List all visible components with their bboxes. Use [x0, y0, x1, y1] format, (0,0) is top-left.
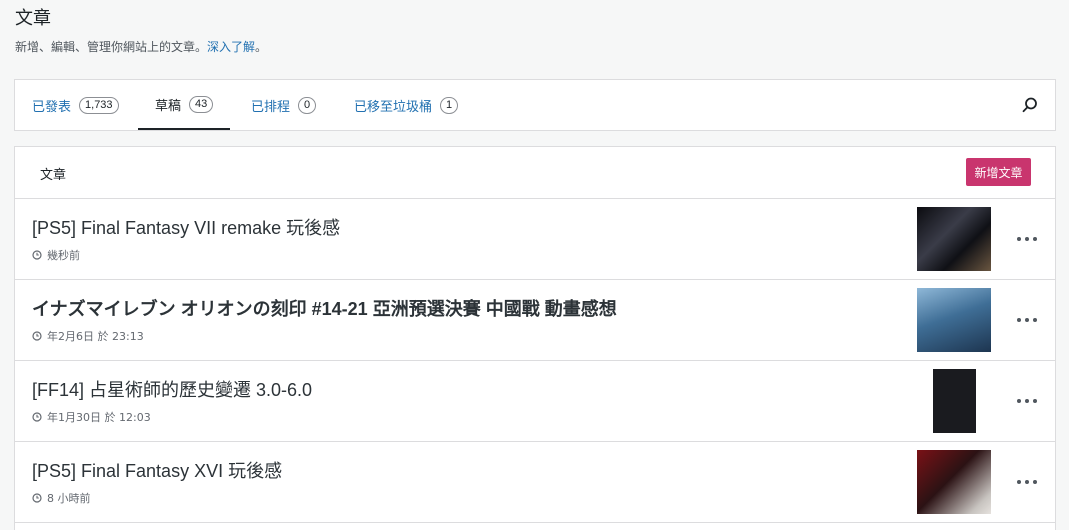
tab-label: 已排程	[251, 99, 291, 115]
tab-published[interactable]: 已發表 1,733	[32, 80, 119, 130]
post-row: [PS5] Final Fantasy XVI 玩後感 8 小時前	[15, 442, 1055, 523]
search-button[interactable]	[1021, 96, 1039, 114]
clock-icon	[32, 412, 42, 422]
page-subtitle: 新增、編輯、管理你網站上的文章。深入了解。	[15, 39, 267, 55]
post-time: 年2月6日 於 23:13	[47, 330, 144, 343]
page-title: 文章	[15, 8, 51, 29]
more-options-icon[interactable]	[1017, 474, 1037, 490]
page: 文章 新增、編輯、管理你網站上的文章。深入了解。 已發表 1,733 草稿 43…	[0, 0, 1069, 530]
tab-count: 1,733	[79, 96, 119, 114]
post-title[interactable]: [PS5] Final Fantasy XVI 玩後感	[32, 460, 282, 482]
search-icon	[1022, 97, 1037, 113]
more-options-icon[interactable]	[1017, 312, 1037, 328]
tab-count: 0	[298, 96, 317, 114]
subtitle-end: 。	[255, 40, 268, 54]
tab-scheduled[interactable]: 已排程 0	[251, 80, 317, 130]
post-title[interactable]: イナズマイレブン オリオンの刻印 #14-21 亞洲預選決賽 中國戰 動畫感想	[32, 298, 617, 320]
post-meta: 年2月6日 於 23:13	[32, 328, 144, 344]
post-title[interactable]: [PS5] Final Fantasy VII remake 玩後感	[32, 217, 340, 239]
status-tabs: 已發表 1,733 草稿 43 已排程 0 已移至垃圾桶 1	[14, 79, 1056, 131]
post-thumbnail[interactable]	[917, 450, 991, 514]
post-row: [PS5] Final Fantasy VII remake 玩後感 幾秒前	[15, 199, 1055, 280]
post-meta: 幾秒前	[32, 247, 80, 263]
tab-label: 已發表	[32, 99, 72, 115]
tab-trash[interactable]: 已移至垃圾桶 1	[354, 80, 459, 130]
more-options-icon[interactable]	[1017, 231, 1037, 247]
post-time: 年1月30日 於 12:03	[47, 411, 151, 424]
post-list: 文章 新增文章 [PS5] Final Fantasy VII remake 玩…	[14, 146, 1056, 530]
post-meta: 年1月30日 於 12:03	[32, 409, 151, 425]
new-post-button[interactable]: 新增文章	[966, 158, 1031, 186]
tab-label: 已移至垃圾桶	[354, 99, 433, 115]
post-thumbnail[interactable]	[917, 207, 991, 271]
post-time: 幾秒前	[47, 249, 80, 262]
post-row: [FF14] 占星術師的歷史變遷 3.0-6.0 年1月30日 於 12:03	[15, 361, 1055, 442]
post-meta: 8 小時前	[32, 490, 91, 506]
clock-icon	[32, 250, 42, 260]
post-list-header: 文章 新增文章	[15, 147, 1055, 199]
tab-label: 草稿	[155, 98, 182, 114]
learn-more-link[interactable]: 深入了解	[207, 40, 255, 54]
post-title[interactable]: [FF14] 占星術師的歷史變遷 3.0-6.0	[32, 379, 312, 401]
clock-icon	[32, 493, 42, 503]
post-row: イナズマイレブン オリオンの刻印 #14-21 亞洲預選決賽 中國戰 動畫感想 …	[15, 280, 1055, 361]
post-time: 8 小時前	[47, 492, 91, 505]
more-options-icon[interactable]	[1017, 393, 1037, 409]
page-header: 文章 新增、編輯、管理你網站上的文章。深入了解。	[15, 7, 267, 55]
tab-drafts[interactable]: 草稿 43	[138, 80, 231, 130]
clock-icon	[32, 331, 42, 341]
post-list-title: 文章	[40, 168, 67, 183]
tab-count: 1	[440, 96, 459, 114]
subtitle-text: 新增、編輯、管理你網站上的文章。	[15, 40, 208, 54]
post-thumbnail[interactable]	[917, 288, 991, 352]
post-thumbnail[interactable]	[933, 369, 976, 433]
tab-count: 43	[189, 95, 214, 113]
